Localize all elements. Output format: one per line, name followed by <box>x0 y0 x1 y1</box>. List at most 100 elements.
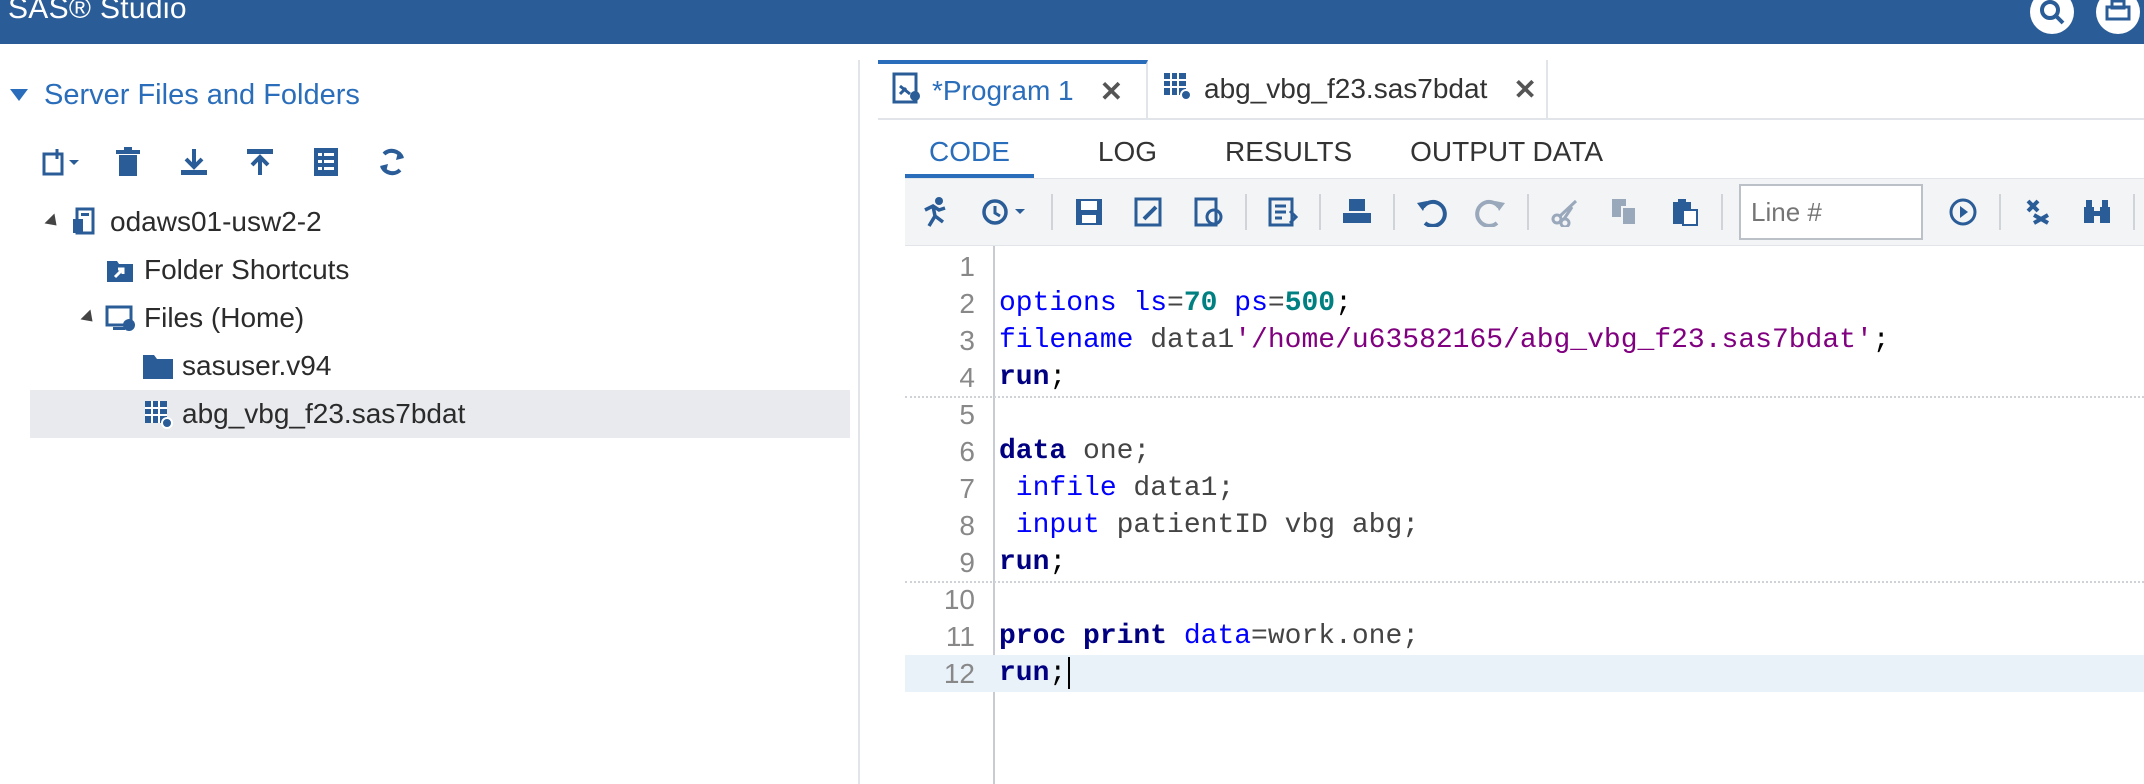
code-line[interactable]: 6 data one; <box>905 433 2144 470</box>
toolbar-separator <box>1393 194 1395 230</box>
new-item-icon[interactable] <box>40 140 84 184</box>
tab-results[interactable]: RESULTS <box>1201 136 1376 178</box>
expand-arrow-icon[interactable] <box>44 213 62 231</box>
line-number: 3 <box>959 325 975 356</box>
toolbar-separator <box>2133 194 2135 230</box>
tab-log[interactable]: LOG <box>1074 136 1181 178</box>
editor-subtabs: CODE LOG RESULTS OUTPUT DATA <box>905 122 1637 178</box>
code-line[interactable]: 11 proc print data=work.one; <box>905 618 2144 655</box>
code-line[interactable]: 2 options ls=70 ps=500; <box>905 285 2144 322</box>
download-icon[interactable] <box>172 140 216 184</box>
code-text: options ls=70 ps=500; <box>999 285 1352 322</box>
line-number: 7 <box>959 473 975 504</box>
tree-item-label: odaws01-usw2-2 <box>110 206 322 237</box>
line-number: 1 <box>959 251 975 282</box>
redo-icon[interactable] <box>1471 192 1511 232</box>
find-icon[interactable] <box>2077 192 2117 232</box>
line-number-input[interactable] <box>1739 184 1923 240</box>
code-token: 70 <box>1183 288 1218 319</box>
run-icon[interactable] <box>915 192 955 232</box>
toolbar-separator <box>1051 194 1053 230</box>
upload-icon[interactable] <box>238 140 282 184</box>
code-token: one; <box>1066 436 1151 467</box>
code-token: '/home/u63582165/abg_vbg_f23.sas7bdat' <box>1234 325 1873 356</box>
code-line[interactable]: 4 run; <box>905 359 2144 398</box>
tab-code[interactable]: CODE <box>905 136 1034 178</box>
cut-icon[interactable] <box>1545 192 1585 232</box>
code-token: = <box>1267 288 1285 319</box>
folder-icon <box>142 350 174 382</box>
tab-label: *Program 1 <box>932 75 1074 106</box>
dataset-icon <box>142 398 174 430</box>
code-editor[interactable]: 1 2 options ls=70 ps=500; 3 filename dat… <box>905 246 2144 784</box>
properties-icon[interactable] <box>304 140 348 184</box>
save-copy-icon[interactable] <box>1189 192 1229 232</box>
expand-arrow-icon[interactable] <box>80 309 98 327</box>
code-line[interactable]: 10 <box>905 581 2144 618</box>
tab-output-data[interactable]: OUTPUT DATA <box>1386 136 1627 178</box>
copy-icon[interactable] <box>1605 192 1645 232</box>
history-icon[interactable] <box>975 192 1035 232</box>
code-line[interactable]: 8 input patientID vbg abg; <box>905 507 2144 544</box>
code-token: ls <box>1116 288 1168 319</box>
line-number: 2 <box>959 288 975 319</box>
line-number: 4 <box>959 362 975 393</box>
code-token: patientID vbg abg; <box>1099 510 1420 541</box>
tree-item-server[interactable]: odaws01-usw2-2 <box>0 198 858 246</box>
code-token: data1 <box>1133 325 1235 356</box>
code-text: infile data1; <box>999 470 1234 507</box>
panel-header[interactable]: Server Files and Folders <box>0 70 858 120</box>
save-icon[interactable] <box>1069 192 1109 232</box>
code-line[interactable]: 1 <box>905 248 2144 285</box>
code-line[interactable]: 9 run; <box>905 544 2144 583</box>
code-text: data one; <box>999 433 1150 470</box>
code-token: run <box>999 658 1050 689</box>
code-token: run <box>999 547 1050 578</box>
server-icon <box>70 206 102 238</box>
code-line[interactable]: 5 <box>905 396 2144 433</box>
tree-item-label: Folder Shortcuts <box>144 254 350 285</box>
tab-program-1[interactable]: *Program 1 ✕ <box>878 60 1148 118</box>
search-icon[interactable] <box>2030 0 2074 34</box>
go-to-line-icon[interactable] <box>1943 192 1983 232</box>
collapse-triangle-icon[interactable] <box>10 89 28 101</box>
delete-icon[interactable] <box>106 140 150 184</box>
clear-icon[interactable] <box>2017 192 2057 232</box>
tab-dataset[interactable]: abg_vbg_f23.sas7bdat ✕ <box>1148 60 1548 118</box>
line-number: 8 <box>959 510 975 541</box>
code-text: run; <box>999 655 1071 692</box>
code-token: input <box>999 510 1100 541</box>
paste-icon[interactable] <box>1665 192 1705 232</box>
text-cursor <box>1068 656 1071 689</box>
toolbar-separator <box>1527 194 1529 230</box>
code-token: infile <box>999 473 1117 504</box>
code-token: ; <box>1049 362 1067 393</box>
code-token: filename <box>999 325 1134 356</box>
refresh-icon[interactable] <box>370 140 414 184</box>
code-token: ; <box>1049 658 1067 689</box>
code-token: run <box>999 362 1050 393</box>
tree-item-sasuser[interactable]: sasuser.v94 <box>0 342 858 390</box>
code-line-current[interactable]: 12 run; <box>905 655 2144 692</box>
code-token: = <box>1167 288 1184 319</box>
snippet-icon[interactable] <box>1263 192 1303 232</box>
close-tab-icon[interactable]: ✕ <box>1100 75 1123 108</box>
line-number: 12 <box>943 658 975 689</box>
print-icon[interactable] <box>2096 0 2140 34</box>
code-text: filename data1'/home/u63582165/abg_vbg_f… <box>999 322 1890 359</box>
tree-item-dataset[interactable]: abg_vbg_f23.sas7bdat <box>30 390 850 438</box>
dataset-icon <box>1162 71 1192 108</box>
save-as-icon[interactable] <box>1129 192 1169 232</box>
print-icon[interactable] <box>1337 192 1377 232</box>
code-line[interactable]: 7 infile data1; <box>905 470 2144 507</box>
close-tab-icon[interactable]: ✕ <box>1513 73 1536 106</box>
undo-icon[interactable] <box>1411 192 1451 232</box>
code-toolbar <box>905 178 2144 246</box>
tree-item-files-home[interactable]: Files (Home) <box>0 294 858 342</box>
tree-item-folder-shortcuts[interactable]: Folder Shortcuts <box>0 246 858 294</box>
code-line[interactable]: 3 filename data1'/home/u63582165/abg_vbg… <box>905 322 2144 359</box>
code-token: ; <box>1335 288 1352 319</box>
file-tree: odaws01-usw2-2 Folder Shortcuts Files (H… <box>0 198 858 438</box>
code-token: ; <box>1872 325 1890 356</box>
tree-item-label: Files (Home) <box>144 302 305 333</box>
